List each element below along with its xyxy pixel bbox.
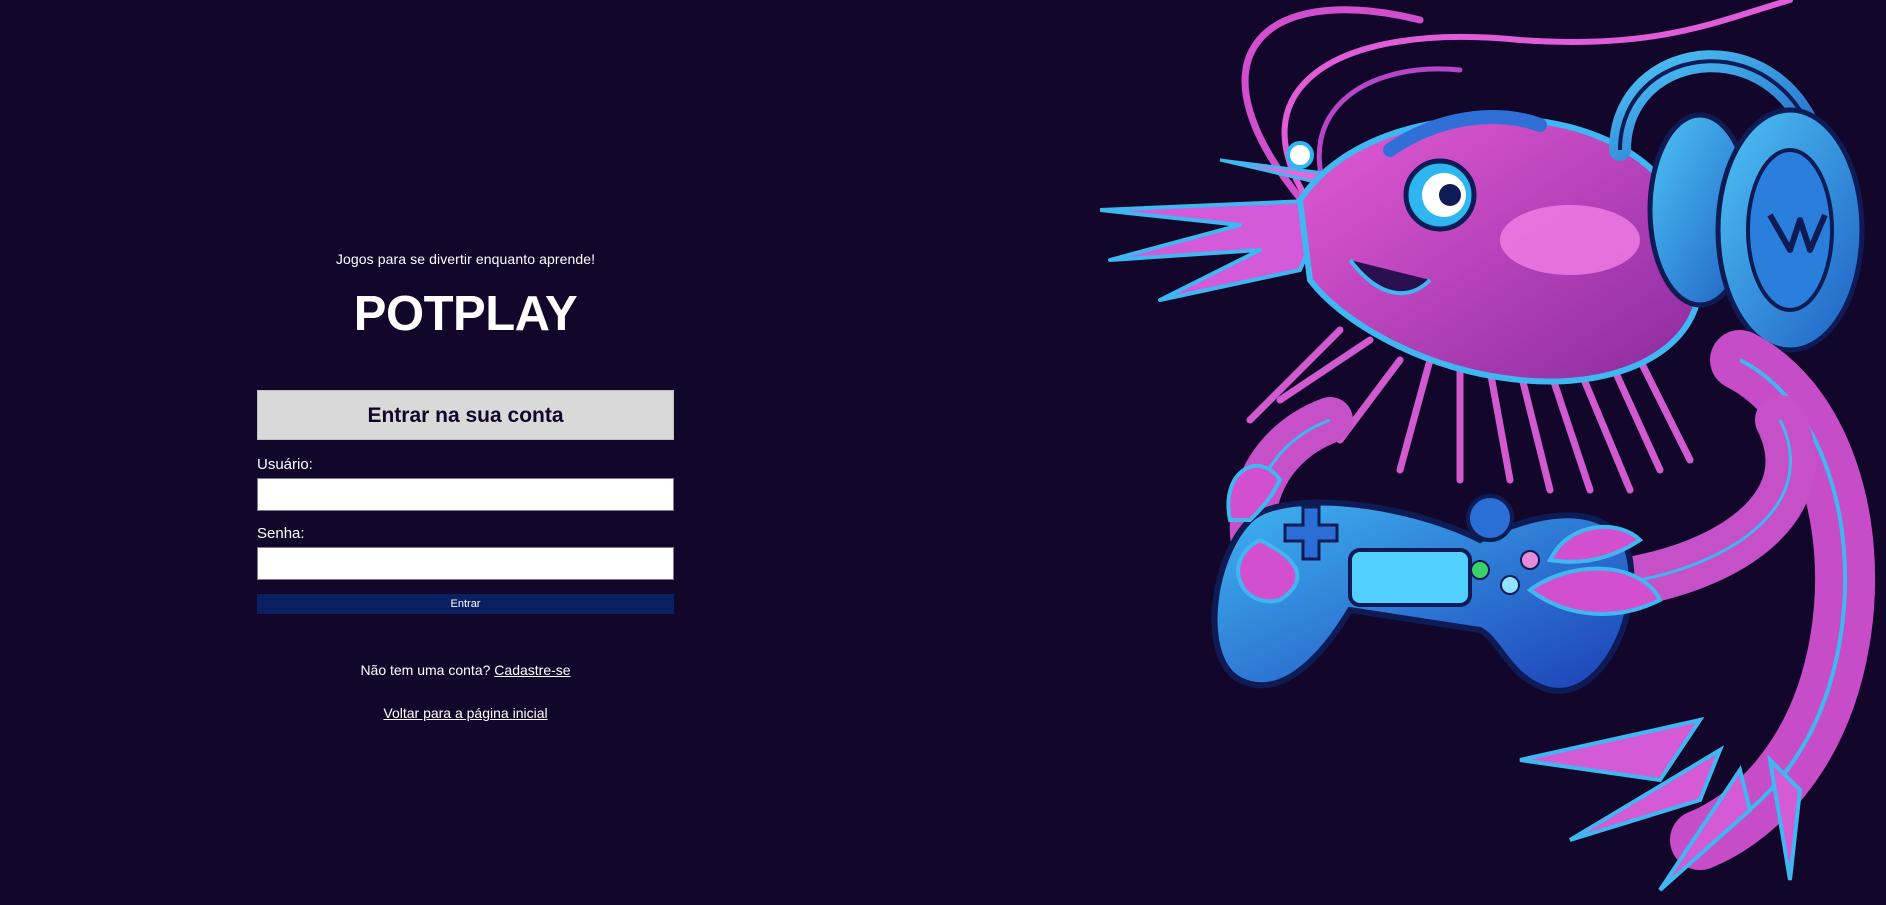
form-title: Entrar na sua conta [257,390,674,440]
username-input[interactable] [257,478,674,511]
signup-prompt: Não tem uma conta? [360,662,491,678]
username-label: Usuário: [257,456,313,473]
back-line: Voltar para a página inicial [257,704,674,722]
brand-title: POTPLAY [353,287,578,341]
password-input[interactable] [257,547,674,580]
shrimp-gamer-mascot-icon [1100,0,1876,892]
login-column: Jogos para se divertir enquanto aprende!… [257,250,674,722]
signup-line: Não tem uma conta? Cadastre-se [257,661,674,679]
login-form: Entrar na sua conta Usuário: Senha: Entr… [257,390,674,614]
login-button[interactable]: Entrar [257,594,674,614]
tagline: Jogos para se divertir enquanto aprende! [335,251,596,267]
signup-link[interactable]: Cadastre-se [494,662,570,678]
login-page: Jogos para se divertir enquanto aprende!… [0,0,1886,905]
password-label: Senha: [257,525,305,542]
back-home-link[interactable]: Voltar para a página inicial [383,705,547,721]
